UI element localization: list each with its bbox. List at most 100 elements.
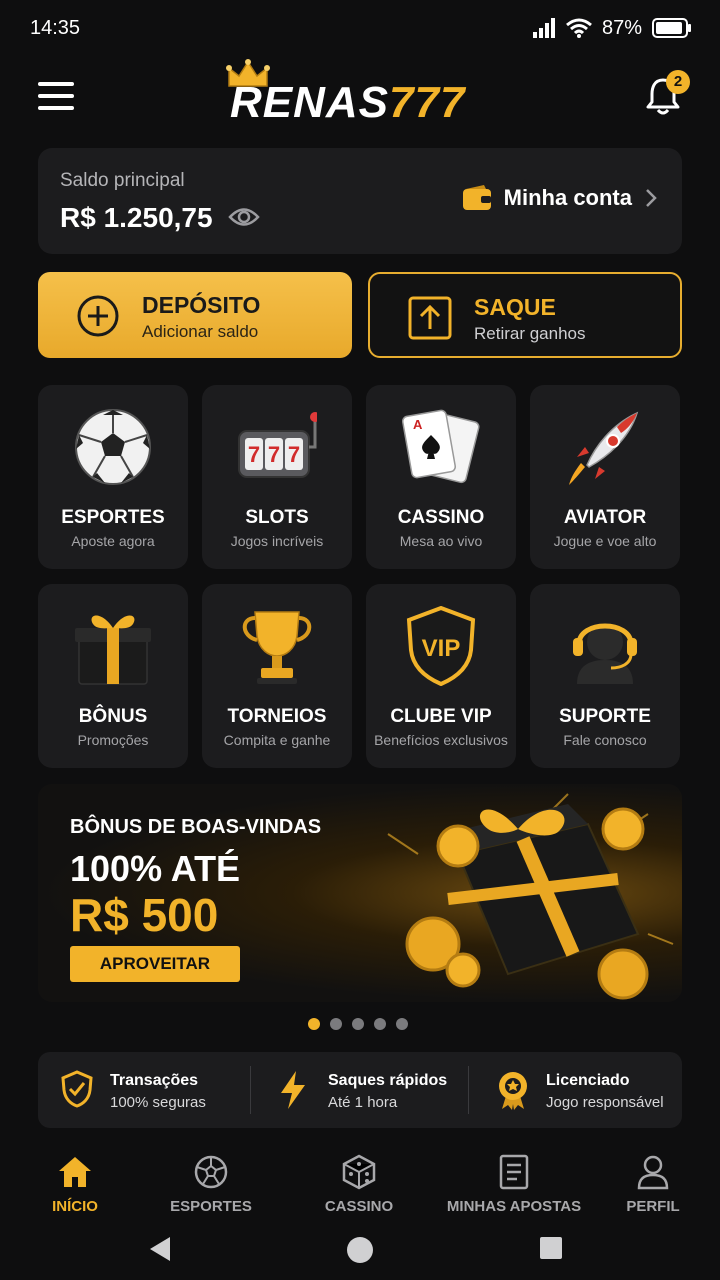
chevron-right-icon: [646, 189, 657, 207]
category-subtitle: Compita e ganhe: [223, 732, 331, 748]
lightning-icon: [281, 1071, 305, 1109]
trust-subtitle: Jogo responsável: [546, 1094, 664, 1111]
category-title: CLUBE VIP: [390, 706, 492, 727]
svg-text:7: 7: [288, 442, 300, 467]
nav-profile[interactable]: PERFIL: [578, 1154, 720, 1215]
nav-label: CASSINO: [324, 1198, 394, 1215]
menu-icon[interactable]: [38, 82, 74, 110]
betslip-icon: [499, 1154, 529, 1190]
category-title: SLOTS: [245, 507, 309, 528]
app-header: RENAS777 2: [0, 56, 720, 138]
back-icon[interactable]: [148, 1236, 172, 1262]
carousel-dot[interactable]: [352, 1018, 364, 1030]
bottom-nav: INÍCIO ESPORTES CASSINO MINHAS APOSTAS P…: [0, 1140, 720, 1224]
svg-text:7: 7: [268, 442, 280, 467]
category-title: CASSINO: [397, 507, 485, 528]
balance-card: Saldo principal R$ 1.250,75 Minha conta: [38, 148, 682, 254]
carousel-dot[interactable]: [396, 1018, 408, 1030]
category-tournaments[interactable]: TORNEIOS Compita e ganhe: [202, 584, 352, 768]
svg-text:7: 7: [248, 442, 260, 467]
category-aviator[interactable]: AVIATOR Jogue e voe alto: [530, 385, 680, 569]
nav-casino[interactable]: CASSINO: [284, 1154, 434, 1215]
eye-icon[interactable]: [228, 206, 260, 228]
my-account-label: Minha conta: [503, 185, 632, 210]
deposit-subtitle: Adicionar saldo: [142, 322, 259, 341]
notification-badge: 2: [666, 70, 690, 94]
category-title: BÔNUS: [78, 706, 148, 727]
battery-percent: 87%: [601, 16, 642, 39]
shield-check-icon: [61, 1070, 93, 1108]
trust-title: Saques rápidos: [328, 1072, 448, 1089]
carousel-dot[interactable]: [308, 1018, 320, 1030]
deposit-button[interactable]: DEPÓSITO Adicionar saldo: [38, 272, 352, 358]
soccer-ball-icon: [194, 1155, 228, 1189]
deposit-title: DEPÓSITO: [142, 292, 261, 318]
soccer-ball-icon: [75, 409, 151, 485]
withdraw-button[interactable]: SAQUE Retirar ganhos: [368, 272, 682, 358]
category-subtitle: Aposte agora: [71, 533, 155, 549]
category-subtitle: Promoções: [77, 732, 149, 748]
gift-icon: [75, 615, 151, 685]
category-casino[interactable]: A CASSINO Mesa ao vivo: [366, 385, 516, 569]
carousel-dot[interactable]: [330, 1018, 342, 1030]
home-icon: [59, 1157, 91, 1187]
category-sports[interactable]: ESPORTES Aposte agora: [38, 385, 188, 569]
withdraw-subtitle: Retirar ganhos: [474, 324, 586, 343]
claim-bonus-button[interactable]: APROVEITAR: [70, 946, 240, 982]
nav-label: ESPORTES: [170, 1198, 252, 1215]
divider: [250, 1066, 251, 1114]
recents-icon[interactable]: [539, 1236, 563, 1260]
nav-sports[interactable]: ESPORTES: [136, 1154, 286, 1215]
wifi-icon: [566, 18, 592, 38]
home-circle-icon[interactable]: [346, 1236, 374, 1264]
category-support[interactable]: SUPORTE Fale conosco: [530, 584, 680, 768]
notifications-button[interactable]: 2: [644, 70, 690, 120]
medal-icon: [499, 1072, 527, 1110]
user-icon: [637, 1155, 669, 1190]
svg-text:A: A: [413, 417, 423, 432]
gift-coins-illustration: [387, 793, 674, 1000]
category-title: TORNEIOS: [227, 706, 327, 727]
svg-text:VIP: VIP: [422, 635, 461, 662]
vip-shield-icon: VIP: [406, 606, 476, 686]
status-time: 14:35: [30, 16, 81, 39]
withdraw-title: SAQUE: [474, 294, 556, 320]
brand-logo[interactable]: RENAS777: [226, 59, 490, 130]
upload-box-icon: [408, 296, 452, 340]
dice-icon: [342, 1154, 376, 1190]
trust-item-fast: Saques rápidos Até 1 hora: [256, 1052, 466, 1128]
slot-machine-icon: 7 7 7: [238, 412, 317, 478]
carousel-dot[interactable]: [374, 1018, 386, 1030]
balance-label: Saldo principal: [60, 170, 185, 191]
rocket-icon: [569, 411, 639, 485]
headset-icon: [573, 623, 637, 684]
carousel-dots: [308, 1018, 408, 1030]
category-subtitle: Benefícios exclusivos: [374, 732, 508, 748]
trust-item-secure: Transações 100% seguras: [38, 1052, 248, 1128]
welcome-bonus-banner[interactable]: BÔNUS DE BOAS-VINDAS 100% ATÉ R$ 500 APR…: [38, 784, 682, 1002]
category-subtitle: Jogue e voe alto: [553, 533, 657, 549]
nav-label: PERFIL: [626, 1198, 680, 1215]
banner-amount: R$ 500: [70, 889, 219, 941]
nav-home[interactable]: INÍCIO: [0, 1154, 150, 1215]
divider: [468, 1066, 469, 1114]
banner-headline: 100% ATÉ: [70, 848, 241, 889]
plus-circle-icon: [77, 295, 119, 337]
trust-title: Licenciado: [546, 1072, 630, 1089]
category-slots[interactable]: 7 7 7 SLOTS Jogos incríveis: [202, 385, 352, 569]
wallet-icon: [462, 185, 491, 210]
category-subtitle: Fale conosco: [563, 732, 647, 748]
nav-label: MINHAS APOSTAS: [446, 1198, 582, 1215]
category-title: AVIATOR: [563, 507, 647, 528]
trust-bar: Transações 100% seguras Saques rápidos A…: [38, 1052, 682, 1128]
trophy-icon: [242, 611, 312, 684]
trust-item-licensed: Licenciado Jogo responsável: [474, 1052, 684, 1128]
trust-subtitle: 100% seguras: [110, 1094, 206, 1111]
nav-my-bets[interactable]: MINHAS APOSTAS: [424, 1154, 604, 1215]
category-vip-club[interactable]: VIP CLUBE VIP Benefícios exclusivos: [366, 584, 516, 768]
logo-text-white: RENAS: [230, 78, 390, 127]
category-bonus[interactable]: BÔNUS Promoções: [38, 584, 188, 768]
my-account-link[interactable]: Minha conta: [462, 184, 658, 212]
category-subtitle: Jogos incríveis: [230, 533, 324, 549]
signal-icon: [532, 18, 555, 38]
